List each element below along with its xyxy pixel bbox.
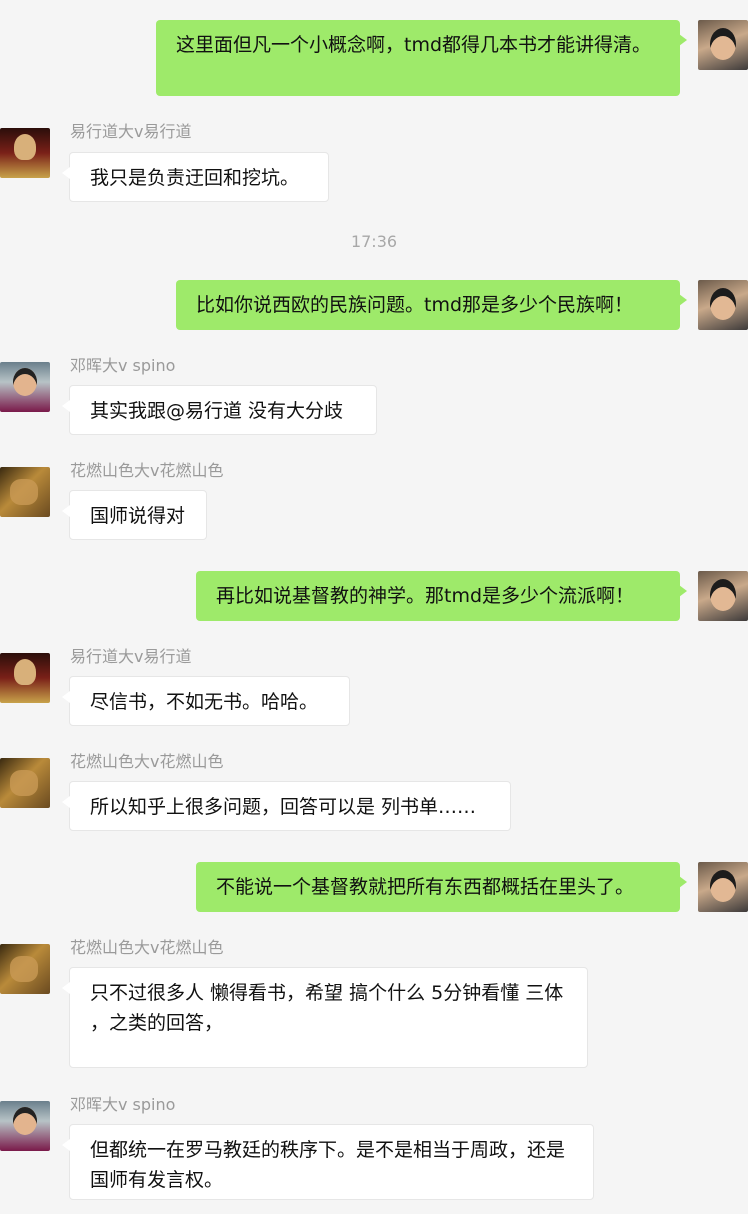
message-bubble[interactable]: 只不过很多人 懒得看书，希望 搞个什么 5分钟看懂 三体 ，之类的回答，	[62, 967, 588, 1068]
message-bubble[interactable]: 所以知乎上很多问题，回答可以是 列书单……	[62, 781, 511, 831]
message-bubble[interactable]: 但都统一在罗马教廷的秩序下。是不是相当于周政，还是国师有发言权。	[62, 1124, 594, 1200]
message-bubble[interactable]: 不能说一个基督教就把所有东西都概括在里头了。	[196, 862, 687, 912]
avatar[interactable]	[0, 1101, 50, 1151]
avatar[interactable]	[0, 758, 50, 808]
avatar[interactable]	[0, 653, 50, 703]
message-bubble[interactable]: 国师说得对	[62, 490, 207, 540]
chat-window[interactable]: 这里面但凡一个小概念啊，tmd都得几本书才能讲得清。 易行道大v易行道 我只是负…	[0, 0, 748, 1214]
avatar[interactable]	[0, 128, 50, 178]
timestamp: 17:36	[350, 232, 398, 251]
message-bubble[interactable]: 这里面但凡一个小概念啊，tmd都得几本书才能讲得清。	[156, 20, 687, 96]
message-bubble[interactable]: 尽信书，不如无书。哈哈。	[62, 676, 350, 726]
avatar[interactable]	[698, 571, 748, 621]
sender-name: 花燃山色大v花燃山色	[70, 938, 224, 957]
sender-name: 邓晖大v spino	[70, 356, 176, 375]
message-bubble[interactable]: 我只是负责迂回和挖坑。	[62, 152, 329, 202]
sender-name: 易行道大v易行道	[70, 647, 192, 666]
message-bubble[interactable]: 再比如说基督教的神学。那tmd是多少个流派啊！	[196, 571, 687, 621]
avatar[interactable]	[0, 944, 50, 994]
avatar[interactable]	[698, 20, 748, 70]
sender-name: 花燃山色大v花燃山色	[70, 752, 224, 771]
avatar[interactable]	[698, 280, 748, 330]
sender-name: 易行道大v易行道	[70, 122, 192, 141]
message-bubble[interactable]: 比如你说西欧的民族问题。tmd那是多少个民族啊！	[176, 280, 687, 330]
avatar[interactable]	[698, 862, 748, 912]
avatar[interactable]	[0, 467, 50, 517]
sender-name: 邓晖大v spino	[70, 1095, 176, 1114]
avatar[interactable]	[0, 362, 50, 412]
sender-name: 花燃山色大v花燃山色	[70, 461, 224, 480]
message-bubble[interactable]: 其实我跟@易行道 没有大分歧	[62, 385, 377, 435]
